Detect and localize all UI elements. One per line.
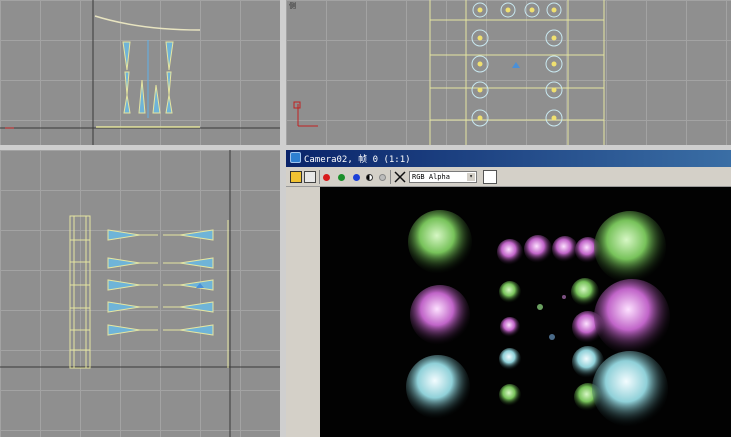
viewport-top[interactable] bbox=[0, 150, 280, 437]
color-swatch[interactable] bbox=[483, 170, 497, 184]
render-spheres bbox=[406, 210, 670, 427]
clone-icon[interactable] bbox=[304, 171, 316, 183]
alpha-monochrome-icon[interactable] bbox=[366, 174, 373, 181]
channel-select-value: RGB Alpha bbox=[412, 173, 450, 181]
viewport-side[interactable]: 侧 bbox=[286, 0, 731, 145]
top-view-geometry bbox=[0, 150, 280, 437]
render-frame-gutter bbox=[286, 187, 320, 437]
front-view-geometry bbox=[0, 0, 280, 145]
save-icon[interactable] bbox=[290, 171, 302, 183]
close-x-icon[interactable] bbox=[394, 171, 406, 183]
channel-select[interactable]: RGB Alpha ▾ bbox=[409, 171, 477, 183]
green-channel-icon[interactable] bbox=[338, 174, 345, 181]
red-channel-icon[interactable] bbox=[323, 174, 330, 181]
render-window-title: Camera02, 帧 0 (1:1) bbox=[304, 155, 411, 165]
render-window-titlebar[interactable]: Camera02, 帧 0 (1:1) bbox=[286, 150, 731, 167]
toolbar-separator bbox=[390, 170, 391, 184]
rendered-image bbox=[320, 187, 731, 437]
rendered-frame-window[interactable]: Camera02, 帧 0 (1:1) RGB Alpha ▾ bbox=[286, 150, 731, 437]
side-view-geometry bbox=[293, 0, 605, 145]
viewport-label-side: 侧 bbox=[289, 2, 296, 10]
render-toolbar: RGB Alpha ▾ bbox=[286, 168, 731, 187]
chevron-down-icon: ▾ bbox=[467, 173, 475, 181]
blue-channel-icon[interactable] bbox=[353, 174, 360, 181]
app-icon bbox=[290, 152, 301, 163]
clear-icon[interactable] bbox=[379, 174, 386, 181]
toolbar-separator bbox=[319, 170, 320, 184]
viewport-front[interactable] bbox=[0, 0, 280, 145]
